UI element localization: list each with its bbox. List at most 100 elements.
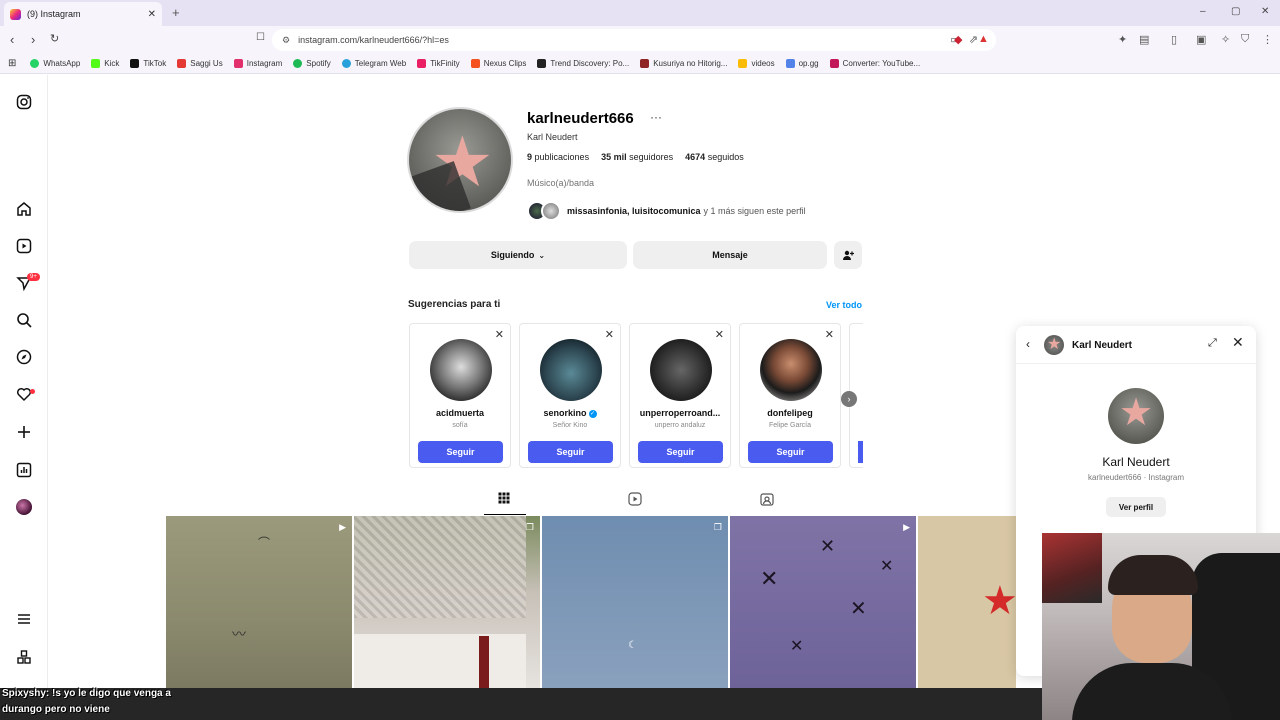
maximize-icon[interactable]: ▢	[1231, 6, 1240, 17]
new-tab-button[interactable]: +	[172, 5, 180, 20]
tagged-tab-icon[interactable]	[760, 492, 774, 509]
follow-button[interactable]: Seguir	[528, 441, 613, 463]
followed-by-names[interactable]: missasinfonia, luisitocomunica	[567, 206, 701, 216]
suggestion-name: sofía	[452, 422, 468, 429]
suggestion-avatar[interactable]	[540, 339, 602, 401]
bookmark-item[interactable]: TikFinity	[417, 59, 460, 68]
follow-button[interactable]: Seguir	[418, 441, 503, 463]
reader-icon[interactable]: ▤	[1139, 33, 1149, 46]
dm-profile-picture[interactable]: ★	[1108, 388, 1164, 444]
suggestion-card[interactable]: ✕ donfelipeg Felipe García Seguir	[739, 323, 841, 468]
followers-stat[interactable]: 35 mil seguidores	[601, 152, 673, 162]
site-info-icon[interactable]: ⚙	[282, 35, 290, 46]
minimize-icon[interactable]: –	[1200, 6, 1206, 17]
suggestion-username[interactable]: acidmuerta	[410, 408, 510, 418]
bookmark-favicon-icon	[293, 59, 303, 68]
posts-stat: 9 publicaciones	[527, 152, 589, 162]
dismiss-icon[interactable]: ✕	[715, 328, 724, 341]
following-stat[interactable]: 4674 seguidos	[685, 152, 744, 162]
menu-icon[interactable]: ⋮	[1262, 33, 1273, 46]
expand-icon[interactable]: ⤢	[1208, 337, 1217, 350]
more-menu-icon[interactable]	[15, 610, 33, 628]
dismiss-icon[interactable]: ✕	[495, 328, 504, 341]
suggestion-card[interactable]: ✕ unperroperroand... unperro andaluz Seg…	[629, 323, 731, 468]
explore-icon[interactable]	[15, 348, 33, 366]
dm-contact-name[interactable]: Karl Neudert	[1072, 340, 1132, 351]
following-button[interactable]: Siguiendo ⌄	[409, 241, 627, 269]
dashboard-icon[interactable]	[15, 461, 33, 479]
bookmark-item[interactable]: Kusuriya no Hitorig...	[640, 59, 727, 68]
reels-tab-icon[interactable]	[628, 492, 642, 509]
shield-icon[interactable]: ⛉	[1241, 33, 1249, 46]
back-icon[interactable]: ‹	[1026, 337, 1030, 351]
suggestion-username[interactable]: unperroperroand...	[630, 408, 730, 418]
suggestion-avatar[interactable]	[430, 339, 492, 401]
create-plus-icon[interactable]	[15, 423, 33, 441]
suggestion-username[interactable]: donfelipeg	[740, 408, 840, 418]
bookmark-item[interactable]: videos	[738, 59, 775, 68]
extension-alert-icon[interactable]: ▲	[978, 33, 989, 45]
reels-icon[interactable]	[15, 237, 33, 255]
search-icon[interactable]	[15, 311, 33, 329]
sidebar-toggle-icon[interactable]: ▯	[1171, 33, 1177, 46]
post-thumbnail[interactable]: ★	[918, 516, 1016, 688]
followed-by[interactable]: missasinfonia, luisitocomunica y 1 más s…	[527, 201, 806, 221]
browser-tab-instagram[interactable]: (9) Instagram ✕	[4, 2, 162, 26]
bookmark-item[interactable]: Converter: YouTube...	[829, 59, 920, 68]
suggestion-username-row[interactable]: senorkino ✓	[520, 408, 620, 418]
window-close-icon[interactable]: ✕	[1261, 6, 1269, 17]
dismiss-icon[interactable]: ✕	[605, 328, 614, 341]
suggest-people-button[interactable]	[834, 241, 862, 269]
tab-close-icon[interactable]: ✕	[148, 9, 156, 20]
close-icon[interactable]: ✕	[1232, 334, 1244, 351]
notifications-badge: 9+	[27, 273, 40, 281]
instagram-logo-icon[interactable]	[15, 93, 33, 111]
view-profile-button[interactable]: Ver perfil	[1106, 497, 1166, 517]
post-thumbnail[interactable]: ▶ ✕ ✕ ✕ ✕ ✕	[730, 516, 916, 688]
home-icon[interactable]	[15, 200, 33, 218]
webcam-overlay	[1042, 533, 1280, 720]
bookmark-item[interactable]: WhatsApp	[30, 59, 80, 68]
bookmark-item[interactable]: Telegram Web	[341, 59, 406, 68]
suggestion-avatar[interactable]	[650, 339, 712, 401]
extension-shield-icon[interactable]: ◆	[954, 33, 962, 46]
post-thumbnail[interactable]: ❐	[354, 516, 540, 688]
profile-picture[interactable]: ★	[407, 107, 513, 213]
suggestion-avatar[interactable]	[760, 339, 822, 401]
bookmark-icon[interactable]: ☐	[256, 32, 265, 43]
posts-grid-tab-icon[interactable]	[498, 492, 510, 507]
follow-button[interactable]: Seguir	[638, 441, 723, 463]
message-button[interactable]: Mensaje	[633, 241, 827, 269]
follow-button[interactable]: Seguir	[748, 441, 833, 463]
forward-icon[interactable]: ›	[31, 32, 35, 47]
bookmark-item[interactable]: Instagram	[233, 59, 282, 68]
reload-icon[interactable]: ↻	[50, 32, 59, 45]
dm-avatar[interactable]: ★	[1044, 335, 1064, 355]
profile-avatar-icon[interactable]	[16, 499, 32, 515]
bookmark-item[interactable]: Kick	[91, 59, 119, 68]
post-thumbnail[interactable]: ❐ ☾	[542, 516, 728, 688]
see-all-link[interactable]: Ver todo	[826, 300, 862, 310]
profile-options-icon[interactable]: ···	[650, 110, 662, 124]
bookmark-item[interactable]: Nexus Clips	[470, 59, 526, 68]
bookmark-item[interactable]: Spotify	[293, 59, 331, 68]
suggestion-card[interactable]: ✕ senorkino ✓ Señor Kino Seguir	[519, 323, 621, 468]
copilot-icon[interactable]: ✧	[1221, 33, 1230, 46]
bookmark-item[interactable]: op.gg	[785, 59, 819, 68]
apps-icon[interactable]	[15, 648, 33, 666]
apps-grid-icon[interactable]: ⊞	[8, 58, 16, 69]
suggestion-card[interactable]: ✕ acidmuerta sofía Seguir	[409, 323, 511, 468]
heart-icon[interactable]	[15, 385, 33, 403]
bookmark-item[interactable]: Saggi Us	[177, 59, 223, 68]
address-bar[interactable]: ⚙ instagram.com/karlneudert666/?hl=es ▭⇗	[272, 29, 996, 51]
post-thumbnail[interactable]: ▶ ⌒ 〰	[166, 516, 352, 688]
bookmark-item[interactable]: Trend Discovery: Po...	[537, 59, 629, 68]
dismiss-icon[interactable]: ✕	[825, 328, 834, 341]
bookmark-item[interactable]: TikTok	[130, 59, 166, 68]
following-count: 4674	[685, 152, 706, 162]
collections-icon[interactable]: ▣	[1196, 33, 1206, 46]
follow-button-partial[interactable]	[858, 441, 863, 463]
extensions-icon[interactable]: ✦	[1118, 33, 1127, 46]
back-icon[interactable]: ‹	[10, 32, 14, 47]
suggestions-next-icon[interactable]: ›	[841, 391, 857, 407]
